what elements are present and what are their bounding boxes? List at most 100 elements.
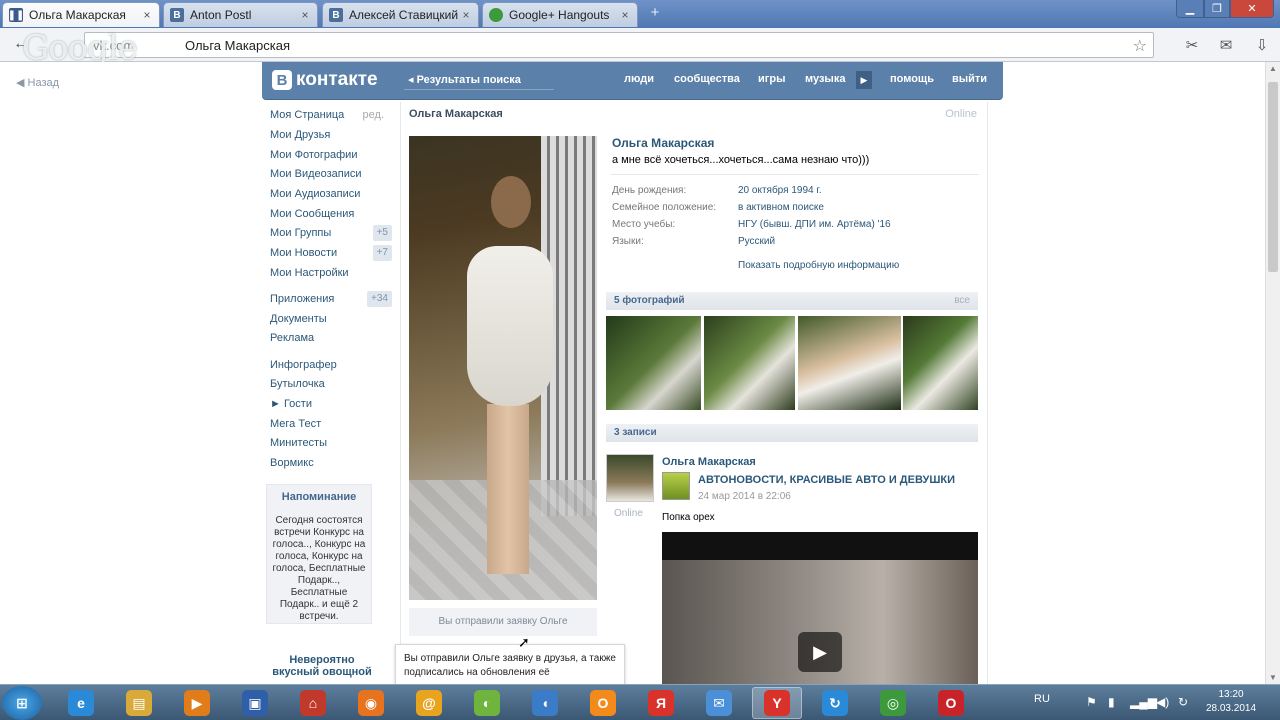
back-button[interactable]: ← <box>10 35 32 55</box>
menu-documents[interactable]: Документы <box>270 310 394 328</box>
maximize-button[interactable]: ❐ <box>1204 0 1230 18</box>
language-indicator[interactable]: RU <box>1034 693 1050 705</box>
menu-news[interactable]: Мои Новости +7 <box>270 244 394 262</box>
volume-icon[interactable]: ◀) <box>1156 695 1169 709</box>
taskbar-app[interactable]: Y <box>752 687 802 719</box>
start-button[interactable]: ⊞ <box>2 686 42 720</box>
menu-audio[interactable]: Мои Аудиозаписи <box>270 185 394 203</box>
info-value[interactable]: НГУ (бывш. ДПИ им. Артёма) '16 <box>738 218 891 232</box>
play-icon[interactable]: ▶ <box>798 632 842 672</box>
menu-videos[interactable]: Мои Видеозаписи <box>270 165 394 183</box>
vk-favicon-icon: B <box>329 8 343 22</box>
menu-groups[interactable]: Мои Группы +5 <box>270 224 394 242</box>
minimize-button[interactable]: ▁ <box>1176 0 1204 18</box>
search-results-link[interactable]: ◂ Результаты поиска <box>408 73 521 86</box>
battery-icon[interactable]: ▮ <box>1108 695 1115 709</box>
photo-thumbnail[interactable] <box>903 316 978 410</box>
taskbar-app[interactable]: ▶ <box>172 687 222 719</box>
menu-my-page[interactable]: Моя Страница ред. <box>270 106 394 124</box>
taskbar-app[interactable]: ◎ <box>868 687 918 719</box>
profile-photo[interactable] <box>409 136 597 600</box>
vk-logo[interactable]: Вконтакте <box>272 69 378 91</box>
taskbar-app[interactable]: ▤ <box>114 687 164 719</box>
menu-ads[interactable]: Реклама <box>270 329 394 347</box>
bookmark-star-icon[interactable]: ☆ <box>1133 36 1147 56</box>
menu-friends[interactable]: Мои Друзья <box>270 126 394 144</box>
tab-anton[interactable]: B Anton Postl × <box>163 2 318 27</box>
nav-people[interactable]: люди <box>624 73 654 85</box>
posts-section-header[interactable]: 3 записи <box>606 424 978 442</box>
tab-close-icon[interactable]: × <box>619 8 631 22</box>
address-bar[interactable]: vk.com Ольга Макарская ☆ <box>84 32 1154 58</box>
flag-icon[interactable]: ⚑ <box>1086 695 1097 709</box>
taskbar-app[interactable]: ✉ <box>694 687 744 719</box>
post-date[interactable]: 24 мар 2014 в 22:06 <box>698 491 791 502</box>
update-icon[interactable]: ↻ <box>1178 695 1188 709</box>
page-scrollbar[interactable]: ▲ ▼ <box>1265 62 1280 684</box>
network-icon[interactable]: ▂▄▆ <box>1130 695 1157 709</box>
tab-close-icon[interactable]: × <box>460 8 472 22</box>
photo-thumbnail[interactable] <box>704 316 795 410</box>
post-group-name[interactable]: АВТОНОВОСТИ, КРАСИВЫЕ АВТО И ДЕВУШКИ <box>698 474 955 486</box>
menu-app-minitests[interactable]: Минитесты <box>270 434 394 452</box>
taskbar-app[interactable]: ▣ <box>230 687 280 719</box>
scrollbar-thumb[interactable] <box>1268 82 1278 272</box>
menu-app-guests[interactable]: ► Гости <box>270 395 394 413</box>
friend-request-sent-button[interactable]: Вы отправили заявку Ольге <box>409 608 597 636</box>
info-value[interactable]: в активном поиске <box>738 201 824 215</box>
taskbar-app[interactable]: О <box>578 687 628 719</box>
ad-title[interactable]: Невероятно вкусный овощной <box>270 654 374 678</box>
photo-thumbnail[interactable] <box>606 316 701 410</box>
taskbar-app[interactable]: @ <box>404 687 454 719</box>
menu-app-butylochka[interactable]: Бутылочка <box>270 375 394 393</box>
group-avatar[interactable] <box>662 472 690 500</box>
menu-settings[interactable]: Мои Настройки <box>270 264 394 282</box>
tab-close-icon[interactable]: × <box>299 8 311 22</box>
new-tab-button[interactable]: + <box>648 5 662 20</box>
reminder-text[interactable]: Сегодня состоятся встречи Конкурс на гол… <box>271 515 367 623</box>
download-icon[interactable]: ⇩ <box>1252 36 1272 54</box>
taskbar-app[interactable]: ↻ <box>810 687 860 719</box>
taskbar-app[interactable]: O <box>926 687 976 719</box>
menu-app-wormix[interactable]: Вормикс <box>270 454 394 472</box>
taskbar-app[interactable]: ⌂ <box>288 687 338 719</box>
back-link[interactable]: ◀ Назад <box>16 76 59 89</box>
close-window-button[interactable]: ✕ <box>1230 0 1274 18</box>
nav-more-arrow-icon[interactable]: ▶ <box>856 71 872 89</box>
taskbar-app[interactable]: ◖ <box>520 687 570 719</box>
show-more-link[interactable]: Показать подробную информацию <box>738 260 899 271</box>
taskbar-app[interactable]: e <box>56 687 106 719</box>
scroll-down-icon[interactable]: ▼ <box>1269 673 1277 682</box>
photos-section-header[interactable]: 5 фотографий все <box>606 292 978 310</box>
tab-alexey[interactable]: B Алексей Ставицкий × <box>322 2 479 27</box>
edit-link[interactable]: ред. <box>363 106 384 124</box>
tab-olga[interactable]: ❚❚ Ольга Макарская × <box>2 2 160 27</box>
nav-games[interactable]: игры <box>758 73 785 85</box>
info-value[interactable]: Русский <box>738 235 775 249</box>
nav-communities[interactable]: сообщества <box>674 73 740 85</box>
info-value[interactable]: 20 октября 1994 г. <box>738 184 822 198</box>
menu-photos[interactable]: Мои Фотографии <box>270 146 394 164</box>
taskbar-app[interactable]: ◉ <box>346 687 396 719</box>
mail-extension-icon[interactable]: ✉ <box>1216 36 1236 54</box>
extension-icon[interactable]: ✂ <box>1182 36 1202 54</box>
taskbar-app[interactable]: ◐ <box>462 687 512 719</box>
photos-all-link[interactable]: все <box>954 292 970 310</box>
nav-logout[interactable]: выйти <box>952 73 987 85</box>
floppy-icon: ▣ <box>242 690 268 716</box>
scroll-up-icon[interactable]: ▲ <box>1269 64 1277 73</box>
post-video[interactable]: ▶ <box>662 532 978 684</box>
nav-music[interactable]: музыка <box>805 73 845 85</box>
menu-app-infografer[interactable]: Инфографер <box>270 356 394 374</box>
post-author-avatar[interactable] <box>606 454 654 502</box>
menu-app-megatest[interactable]: Мега Тест <box>270 415 394 433</box>
nav-help[interactable]: помощь <box>890 73 934 85</box>
menu-messages[interactable]: Мои Сообщения <box>270 205 394 223</box>
taskbar-app[interactable]: Я <box>636 687 686 719</box>
post-author-name[interactable]: Ольга Макарская <box>662 456 756 468</box>
menu-apps[interactable]: Приложения +34 <box>270 290 394 308</box>
photo-thumbnail[interactable] <box>798 316 901 410</box>
clock[interactable]: 13:20 28.03.2014 <box>1196 688 1266 716</box>
tab-close-icon[interactable]: × <box>141 8 153 22</box>
tab-hangouts[interactable]: Google+ Hangouts × <box>482 2 638 27</box>
